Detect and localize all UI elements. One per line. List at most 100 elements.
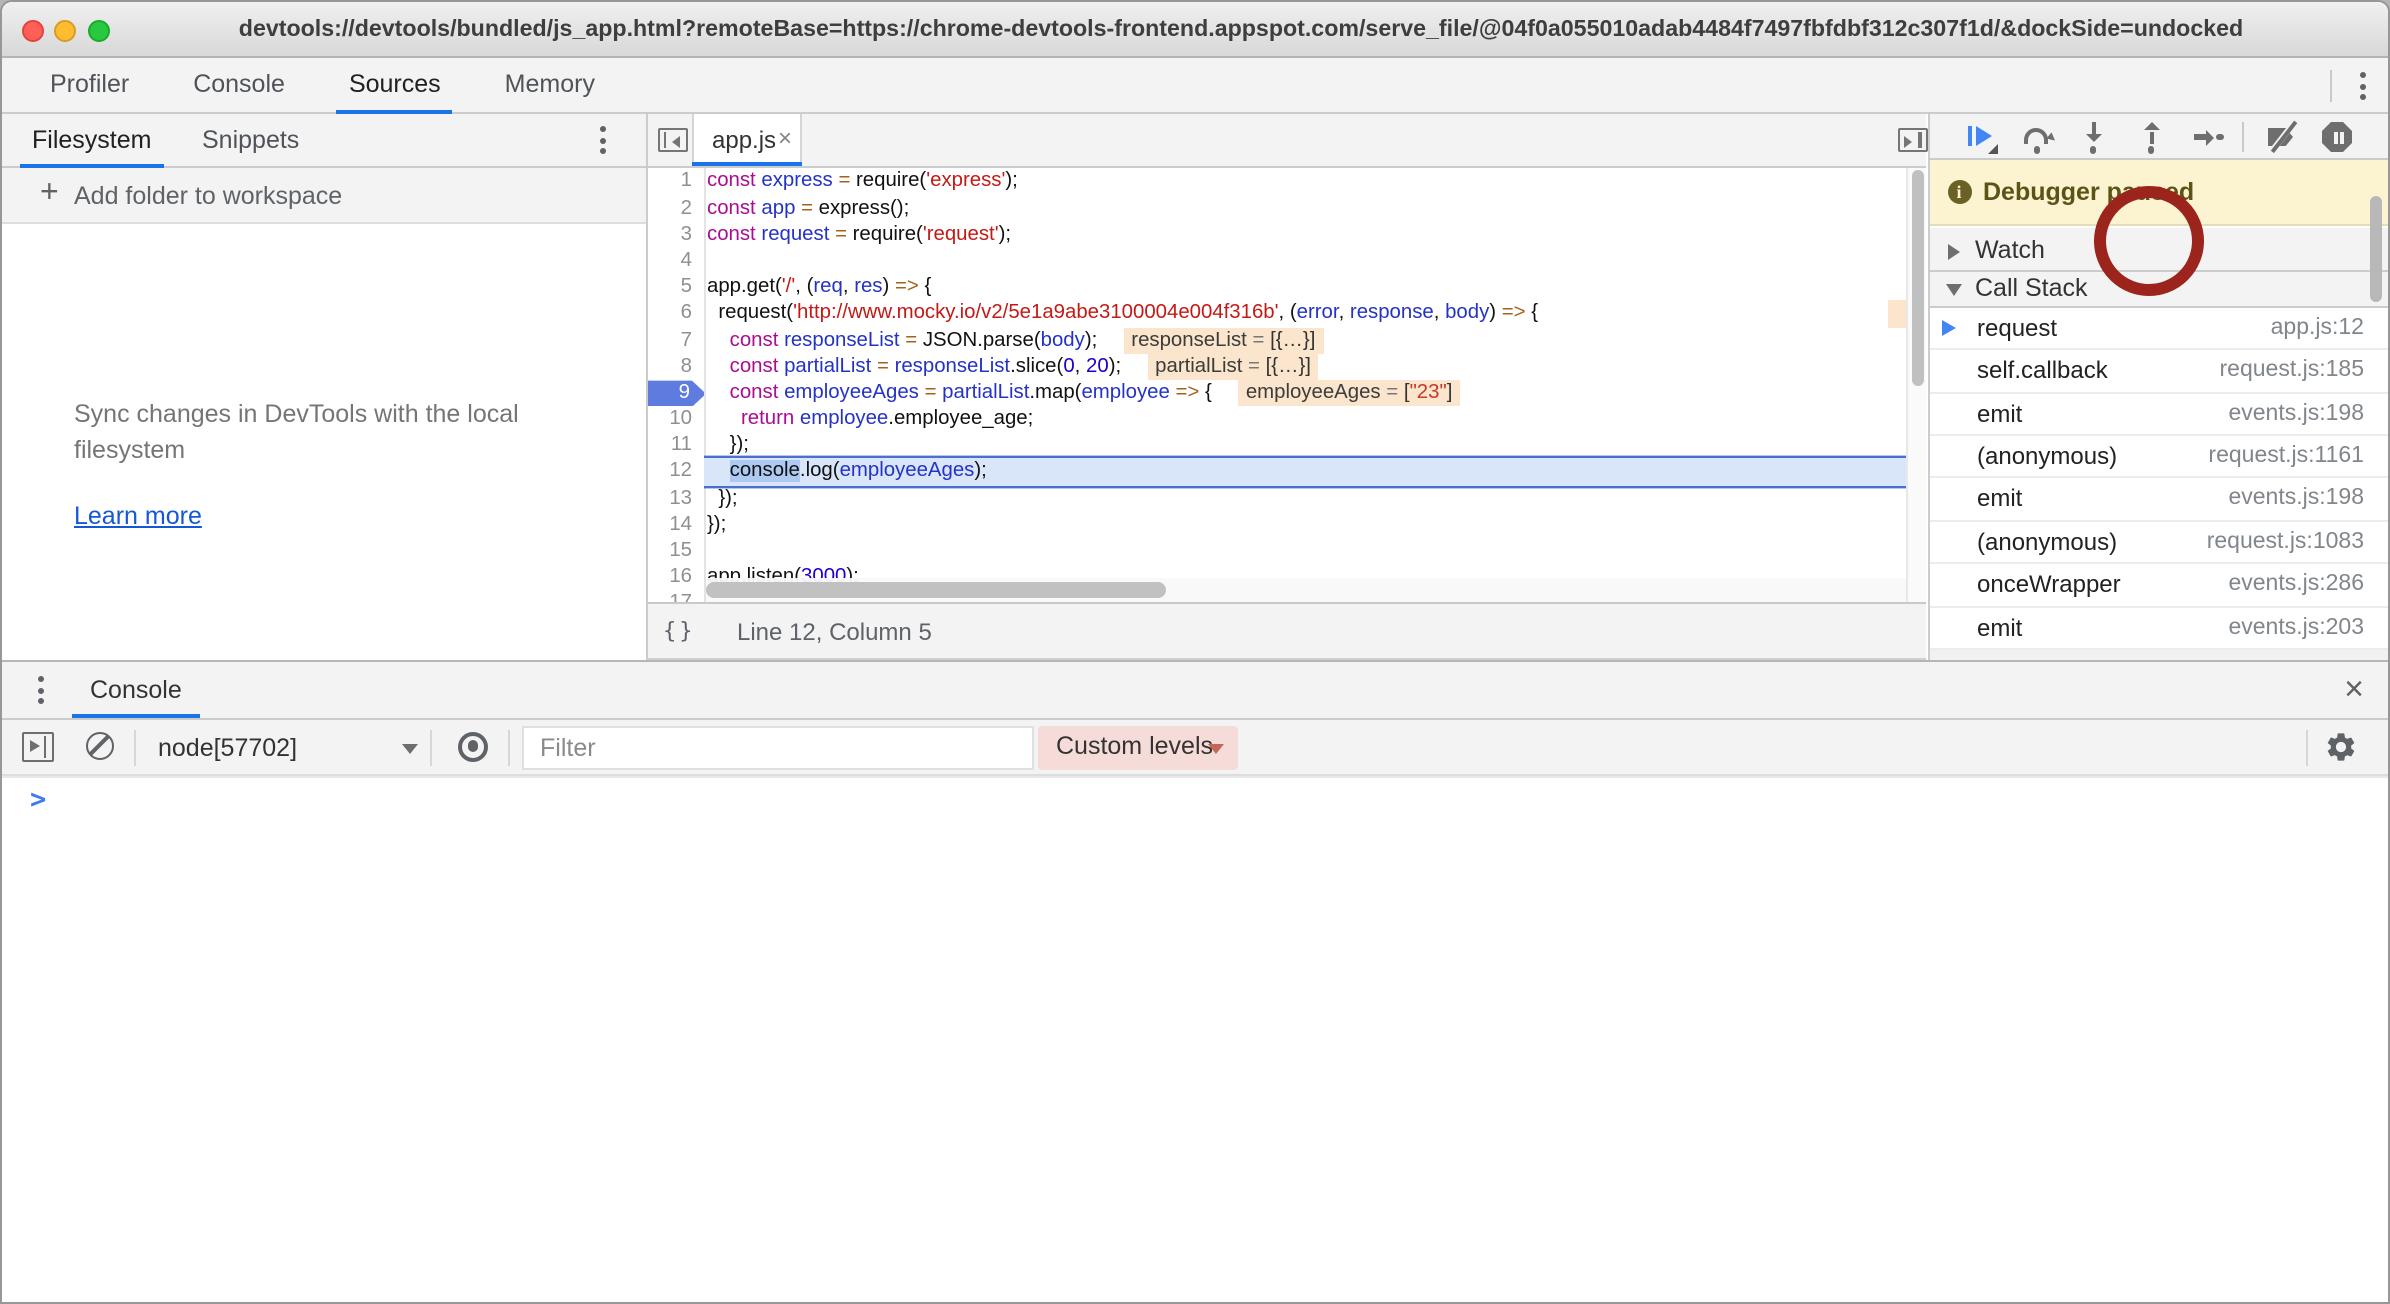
titlebar[interactable]: devtools://devtools/bundled/js_app.html?… xyxy=(2,2,2388,58)
learn-more-link[interactable]: Learn more xyxy=(74,502,202,530)
code-line[interactable]: }); xyxy=(707,512,1926,538)
navigator-more-kebab-icon[interactable] xyxy=(589,124,617,156)
hide-debugger-sidebar-icon[interactable] xyxy=(1897,128,1927,152)
code-line[interactable] xyxy=(707,248,1926,274)
console-prompt-chevron[interactable]: > xyxy=(30,784,46,816)
console-output[interactable]: > xyxy=(2,776,2388,1302)
step-out-icon[interactable] xyxy=(2135,120,2169,154)
call-stack-frame[interactable]: emitevents.js:198 xyxy=(1929,479,2388,522)
code-line[interactable]: request('http://www.mocky.io/v2/5e1a9abe… xyxy=(707,301,1926,327)
pause-on-exceptions-icon[interactable] xyxy=(2321,120,2355,154)
line-number[interactable]: 4 xyxy=(647,248,704,274)
line-number[interactable]: 16 xyxy=(647,564,704,590)
code-line[interactable]: const partialList = responseList.slice(0… xyxy=(707,353,1926,379)
tab-sources[interactable]: Sources xyxy=(317,58,473,114)
tab-profiler[interactable]: Profiler xyxy=(18,58,161,114)
line-number[interactable]: 17 xyxy=(647,591,704,602)
code-lines[interactable]: const express = require('express');const… xyxy=(707,169,1926,591)
call-stack-frame[interactable]: (anonymous)request.js:1161 xyxy=(1929,436,2388,479)
line-number[interactable]: 15 xyxy=(647,538,704,564)
chevron-down-icon[interactable] xyxy=(402,743,418,753)
call-stack-section-header[interactable]: Call Stack xyxy=(1929,272,2388,307)
tab-memory[interactable]: Memory xyxy=(473,58,627,114)
scrollbar-thumb[interactable] xyxy=(706,582,1166,597)
code-line[interactable]: console.log(employeeAges); xyxy=(704,459,1926,485)
debugger-toolbar xyxy=(1929,114,2388,160)
console-sidebar-toggle-icon[interactable] xyxy=(22,731,54,761)
zoom-window-button[interactable] xyxy=(87,19,109,41)
code-editor[interactable]: 1234567891011121314151617 const express … xyxy=(647,168,1926,602)
line-number-gutter[interactable]: 1234567891011121314151617 xyxy=(647,169,704,602)
create-live-expression-eye-icon[interactable] xyxy=(458,731,488,761)
resume-script-icon[interactable] xyxy=(1963,120,1997,154)
line-number[interactable]: 3 xyxy=(647,222,704,248)
tab-snippets[interactable]: Snippets xyxy=(202,114,299,166)
execution-context-selector[interactable]: node[57702] xyxy=(158,719,297,775)
tab-app-js-label: app.js xyxy=(712,114,776,166)
log-levels-dropdown[interactable]: Custom levels xyxy=(1038,726,1238,769)
call-stack-frame[interactable]: self.callbackrequest.js:185 xyxy=(1929,350,2388,393)
watch-section-header[interactable]: Watch xyxy=(1929,227,2388,272)
scrollbar-thumb[interactable] xyxy=(1911,170,1924,386)
call-stack-frame[interactable]: requestapp.js:12 xyxy=(1929,307,2388,350)
line-number[interactable]: 11 xyxy=(647,433,704,459)
code-token: request xyxy=(761,224,829,246)
line-number[interactable]: 7 xyxy=(647,327,704,353)
call-stack-frame[interactable]: (anonymous)request.js:1083 xyxy=(1929,522,2388,565)
code-line[interactable]: const responseList = JSON.parse(body);re… xyxy=(707,327,1926,353)
close-window-button[interactable] xyxy=(21,19,43,41)
clear-console-icon[interactable] xyxy=(86,732,114,760)
line-number[interactable]: 6 xyxy=(647,301,704,327)
code-line[interactable]: const app = express(); xyxy=(707,195,1926,221)
step-icon[interactable] xyxy=(2191,120,2225,154)
call-stack-frame[interactable]: emitevents.js:198 xyxy=(1929,393,2388,436)
editor-horizontal-scrollbar[interactable] xyxy=(706,578,1906,602)
code-line[interactable]: app.get('/', (req, res) => { xyxy=(707,274,1926,300)
line-number[interactable]: 9 xyxy=(647,380,704,406)
code-token xyxy=(707,461,730,483)
line-number[interactable]: 1 xyxy=(647,169,704,195)
console-filter-input[interactable] xyxy=(522,726,1034,769)
code-line[interactable]: const request = require('request'); xyxy=(707,222,1926,248)
debugger-sidebar-scrollbar[interactable] xyxy=(2369,196,2382,302)
close-drawer-icon[interactable]: × xyxy=(2344,662,2364,716)
code-line[interactable] xyxy=(707,538,1926,564)
line-number[interactable]: 12 xyxy=(647,459,704,485)
tab-console[interactable]: Console xyxy=(161,58,317,114)
tab-filesystem[interactable]: Filesystem xyxy=(32,114,151,166)
breakpoint-marker[interactable]: 9 xyxy=(647,381,706,407)
add-folder-button[interactable]: + Add folder to workspace xyxy=(2,168,645,224)
code-token: }); xyxy=(707,514,726,536)
line-number[interactable]: 8 xyxy=(647,353,704,379)
code-line[interactable]: const employeeAges = partialList.map(emp… xyxy=(707,380,1926,406)
frame-function-name: onceWrapper xyxy=(1977,565,2121,607)
line-number[interactable]: 5 xyxy=(647,274,704,300)
line-number[interactable]: 2 xyxy=(647,195,704,221)
tab-console[interactable]: Console xyxy=(82,662,190,718)
call-stack-frame[interactable]: onceWrapperevents.js:286 xyxy=(1929,565,2388,608)
minimize-window-button[interactable] xyxy=(54,19,76,41)
step-into-icon[interactable] xyxy=(2077,120,2111,154)
code-line[interactable]: }); xyxy=(707,433,1926,459)
line-number[interactable]: 10 xyxy=(647,406,704,432)
tab-app-js[interactable]: app.js × xyxy=(692,114,802,166)
close-tab-icon[interactable]: × xyxy=(778,114,792,164)
clipped-inline-hint xyxy=(1887,301,1907,327)
line-number[interactable]: 14 xyxy=(647,512,704,538)
watch-label: Watch xyxy=(1975,227,2045,271)
console-settings-gear-icon[interactable] xyxy=(2324,730,2358,764)
main-menu-kebab-icon[interactable] xyxy=(2348,70,2376,102)
call-stack-frame[interactable]: emitevents.js:203 xyxy=(1929,608,2388,651)
code-line[interactable]: return employee.employee_age; xyxy=(707,406,1926,432)
code-line[interactable]: }); xyxy=(707,485,1926,511)
deactivate-breakpoints-icon[interactable] xyxy=(2265,120,2299,154)
frame-function-name: emit xyxy=(1977,479,2022,521)
drawer-menu-kebab-icon[interactable] xyxy=(26,674,54,706)
line-number[interactable]: 13 xyxy=(647,485,704,511)
code-line[interactable]: const express = require('express'); xyxy=(707,169,1926,195)
code-token: ); xyxy=(1109,355,1121,377)
step-over-icon[interactable] xyxy=(2021,120,2055,154)
hide-navigator-icon[interactable] xyxy=(657,128,687,152)
editor-vertical-scrollbar[interactable] xyxy=(1906,168,1926,602)
pretty-print-icon[interactable]: {} xyxy=(663,604,696,660)
